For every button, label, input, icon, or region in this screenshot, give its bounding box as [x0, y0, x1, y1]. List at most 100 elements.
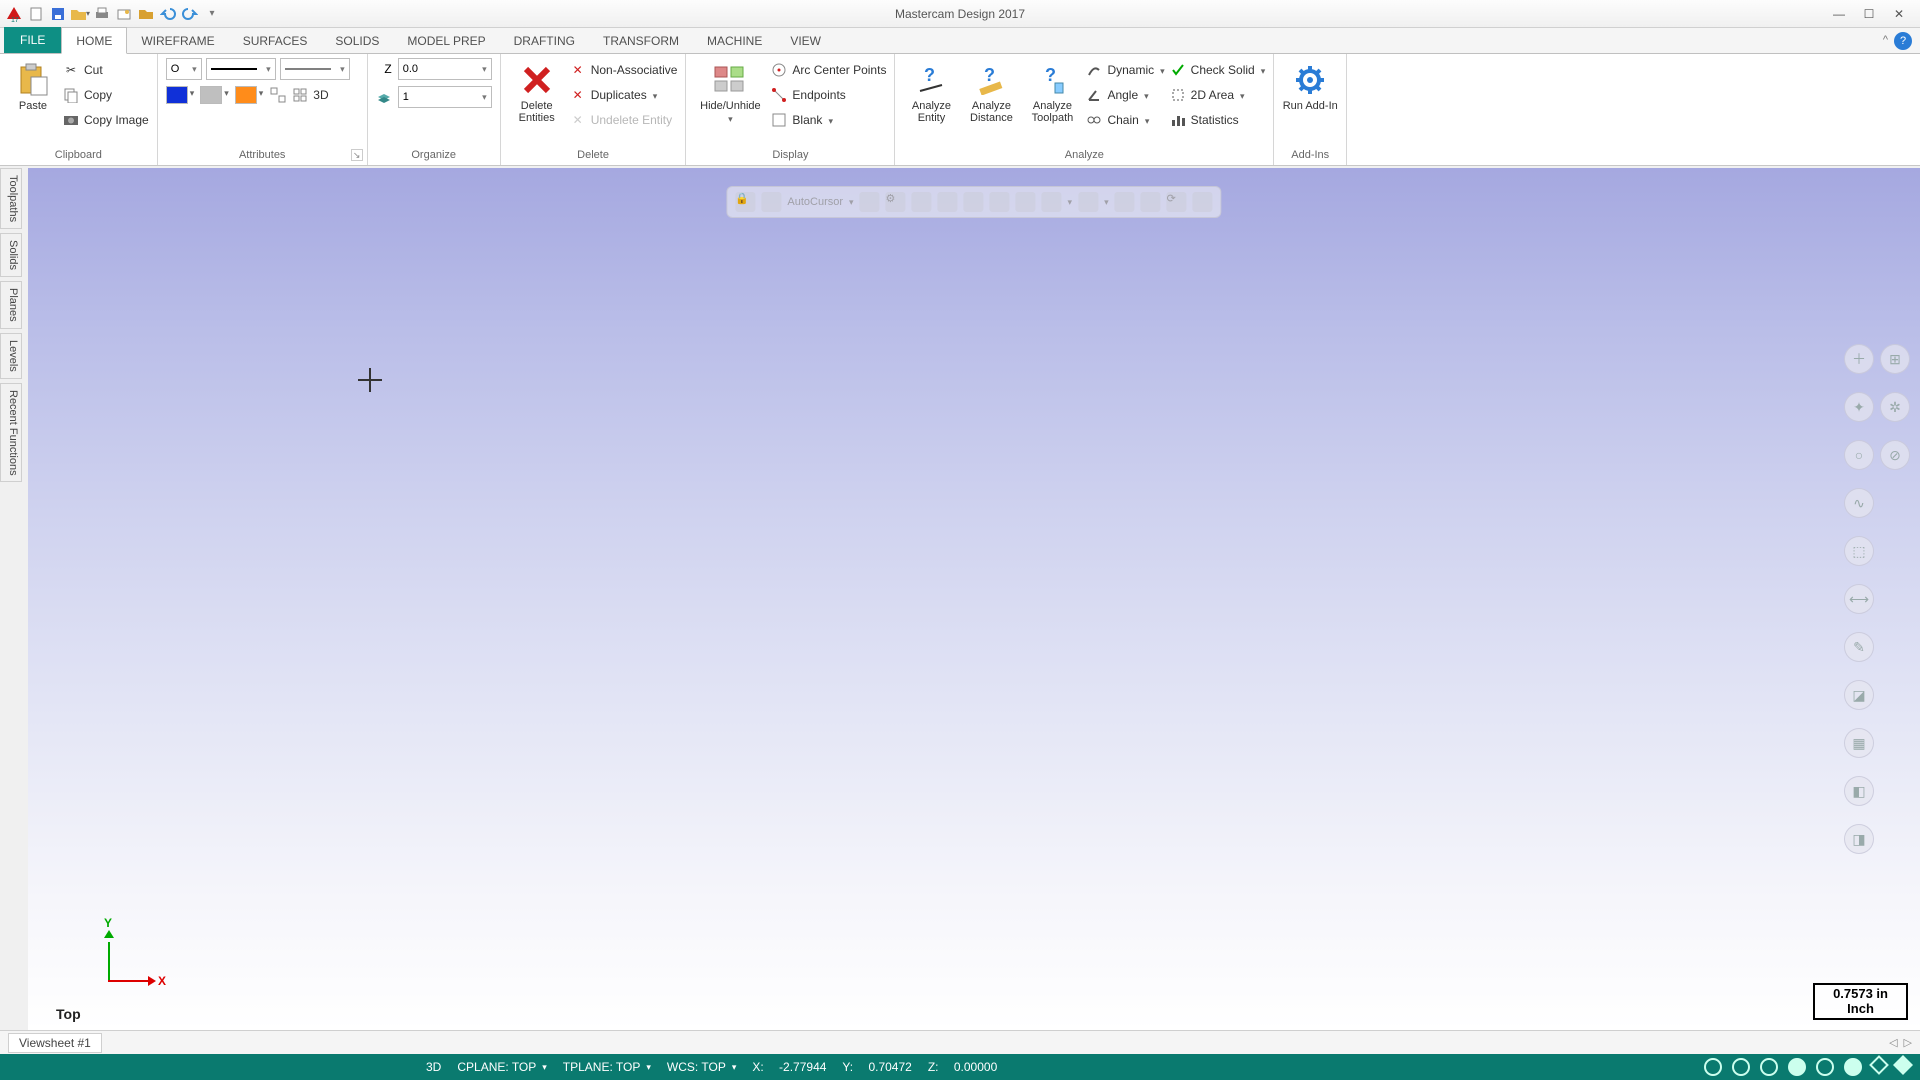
fb-refresh-icon[interactable]: ⟳: [1167, 192, 1187, 212]
tab-drafting[interactable]: DRAFTING: [500, 28, 589, 53]
close-button[interactable]: ✕: [1890, 7, 1908, 21]
palette-btn-14[interactable]: ◨: [1844, 824, 1874, 854]
chain-button[interactable]: Chain: [1085, 108, 1164, 132]
2d-3d-toggle[interactable]: 3D: [313, 88, 328, 102]
save-icon[interactable]: [48, 4, 68, 24]
print-icon[interactable]: [92, 4, 112, 24]
analyze-toolpath-button[interactable]: ? Analyze Toolpath: [1023, 58, 1081, 124]
analyze-entity-button[interactable]: ? Analyze Entity: [903, 58, 959, 124]
qat-more-icon[interactable]: ▾: [202, 4, 222, 24]
status-3d[interactable]: 3D: [426, 1060, 441, 1074]
minimize-button[interactable]: —: [1830, 7, 1848, 21]
fb-icon-10[interactable]: [1115, 192, 1135, 212]
lock-icon[interactable]: 🔒: [735, 192, 755, 212]
angle-button[interactable]: Angle: [1085, 83, 1164, 107]
palette-curve-icon[interactable]: ∿: [1844, 488, 1874, 518]
level-combo[interactable]: 1▾: [398, 86, 492, 108]
palette-circle-icon[interactable]: ○: [1844, 440, 1874, 470]
cursor-icon[interactable]: [761, 192, 781, 212]
status-sphere-icon-2[interactable]: [1816, 1058, 1834, 1076]
arc-center-button[interactable]: Arc Center Points: [770, 58, 886, 82]
side-tab-recent[interactable]: Recent Functions: [0, 383, 22, 483]
fb-icon-6[interactable]: [990, 192, 1010, 212]
dynamic-button[interactable]: Dynamic: [1085, 58, 1164, 82]
palette-btn-12[interactable]: ▦: [1844, 728, 1874, 758]
status-globe-icon-2[interactable]: [1732, 1058, 1750, 1076]
tab-home[interactable]: HOME: [61, 27, 127, 54]
side-tab-planes[interactable]: Planes: [0, 281, 22, 329]
fb-icon-13[interactable]: [1193, 192, 1213, 212]
fb-grid-icon[interactable]: [1078, 192, 1098, 212]
line-weight-combo[interactable]: ▾: [280, 58, 350, 80]
run-addin-button[interactable]: Run Add-In: [1282, 58, 1338, 112]
new-file-icon[interactable]: [26, 4, 46, 24]
palette-btn-3[interactable]: ✦: [1844, 392, 1874, 422]
graphics-viewport[interactable]: 🔒 AutoCursor ▾ ⚙ ▾ ▾ ⟳ Y X Top 0.7573 in…: [28, 168, 1920, 1030]
tab-surfaces[interactable]: SURFACES: [229, 28, 322, 53]
analyze-distance-button[interactable]: ? Analyze Distance: [963, 58, 1019, 124]
fb-icon-5[interactable]: [964, 192, 984, 212]
line-style-combo[interactable]: ▾: [206, 58, 276, 80]
set-all-icon[interactable]: [291, 86, 309, 104]
palette-btn-4[interactable]: ✲: [1880, 392, 1910, 422]
fb-icon-4[interactable]: [938, 192, 958, 212]
help-icon[interactable]: ?: [1894, 32, 1912, 50]
status-globe-icon-1[interactable]: [1704, 1058, 1722, 1076]
hide-unhide-button[interactable]: Hide/Unhide ▾: [694, 58, 766, 125]
duplicates-button[interactable]: ✕Duplicates: [569, 83, 678, 107]
ribbon-collapse-icon[interactable]: ^: [1883, 34, 1888, 46]
endpoints-button[interactable]: Endpoints: [770, 83, 886, 107]
open-icon[interactable]: ▾: [70, 4, 90, 24]
palette-btn-13[interactable]: ◧: [1844, 776, 1874, 806]
point-style-combo[interactable]: O▾: [166, 58, 202, 80]
status-globe-icon-3[interactable]: [1760, 1058, 1778, 1076]
palette-dim-icon[interactable]: ⟷: [1844, 584, 1874, 614]
fb-icon-1[interactable]: [860, 192, 880, 212]
fb-icon-11[interactable]: [1141, 192, 1161, 212]
viewsheet-prev-icon[interactable]: ◁: [1889, 1036, 1897, 1049]
copy-button[interactable]: Copy: [62, 83, 149, 107]
tab-model-prep[interactable]: MODEL PREP: [393, 28, 499, 53]
fb-icon-7[interactable]: [1016, 192, 1036, 212]
side-tab-solids[interactable]: Solids: [0, 233, 22, 277]
copy-image-button[interactable]: Copy Image: [62, 108, 149, 132]
clear-colors-icon[interactable]: [269, 86, 287, 104]
non-associative-button[interactable]: ✕Non-Associative: [569, 58, 678, 82]
surface-color-button[interactable]: ▾: [235, 86, 266, 104]
maximize-button[interactable]: ☐: [1860, 7, 1878, 21]
tab-solids[interactable]: SOLIDS: [321, 28, 393, 53]
palette-btn-8[interactable]: ⬚: [1844, 536, 1874, 566]
palette-cancel-icon[interactable]: ⊘: [1880, 440, 1910, 470]
palette-btn-10[interactable]: ✎: [1844, 632, 1874, 662]
project-icon[interactable]: [136, 4, 156, 24]
status-cplane[interactable]: CPLANE: TOP ▾: [457, 1060, 546, 1074]
statistics-button[interactable]: Statistics: [1169, 108, 1266, 132]
attributes-launcher-icon[interactable]: ↘: [351, 149, 363, 161]
z-value-combo[interactable]: 0.0▾: [398, 58, 492, 80]
tab-wireframe[interactable]: WIREFRAME: [127, 28, 228, 53]
palette-btn-11[interactable]: ◪: [1844, 680, 1874, 710]
area-2d-button[interactable]: 2D Area: [1169, 83, 1266, 107]
blank-button[interactable]: Blank: [770, 108, 886, 132]
viewsheet-tab[interactable]: Viewsheet #1: [8, 1033, 102, 1053]
tab-transform[interactable]: TRANSFORM: [589, 28, 693, 53]
fb-pointer-icon[interactable]: [912, 192, 932, 212]
wireframe-color-button[interactable]: ▾: [166, 86, 197, 104]
cut-button[interactable]: ✂Cut: [62, 58, 149, 82]
delete-entities-button[interactable]: Delete Entities: [509, 58, 565, 124]
tab-machine[interactable]: MACHINE: [693, 28, 776, 53]
tab-view[interactable]: VIEW: [776, 28, 835, 53]
status-rhomb-icon-2[interactable]: [1893, 1055, 1913, 1075]
redo-icon[interactable]: [180, 4, 200, 24]
tab-file[interactable]: FILE: [4, 27, 61, 53]
palette-plus-icon[interactable]: ＋: [1844, 344, 1874, 374]
status-wcs[interactable]: WCS: TOP ▾: [667, 1060, 736, 1074]
side-tab-toolpaths[interactable]: Toolpaths: [0, 168, 22, 229]
status-sphere-icon-1[interactable]: [1788, 1058, 1806, 1076]
viewsheet-next-icon[interactable]: ▷: [1904, 1036, 1912, 1049]
status-tplane[interactable]: TPLANE: TOP ▾: [563, 1060, 651, 1074]
undo-icon[interactable]: [158, 4, 178, 24]
paste-button[interactable]: Paste: [8, 58, 58, 112]
status-sphere-icon-3[interactable]: [1844, 1058, 1862, 1076]
solid-color-button[interactable]: ▾: [200, 86, 231, 104]
